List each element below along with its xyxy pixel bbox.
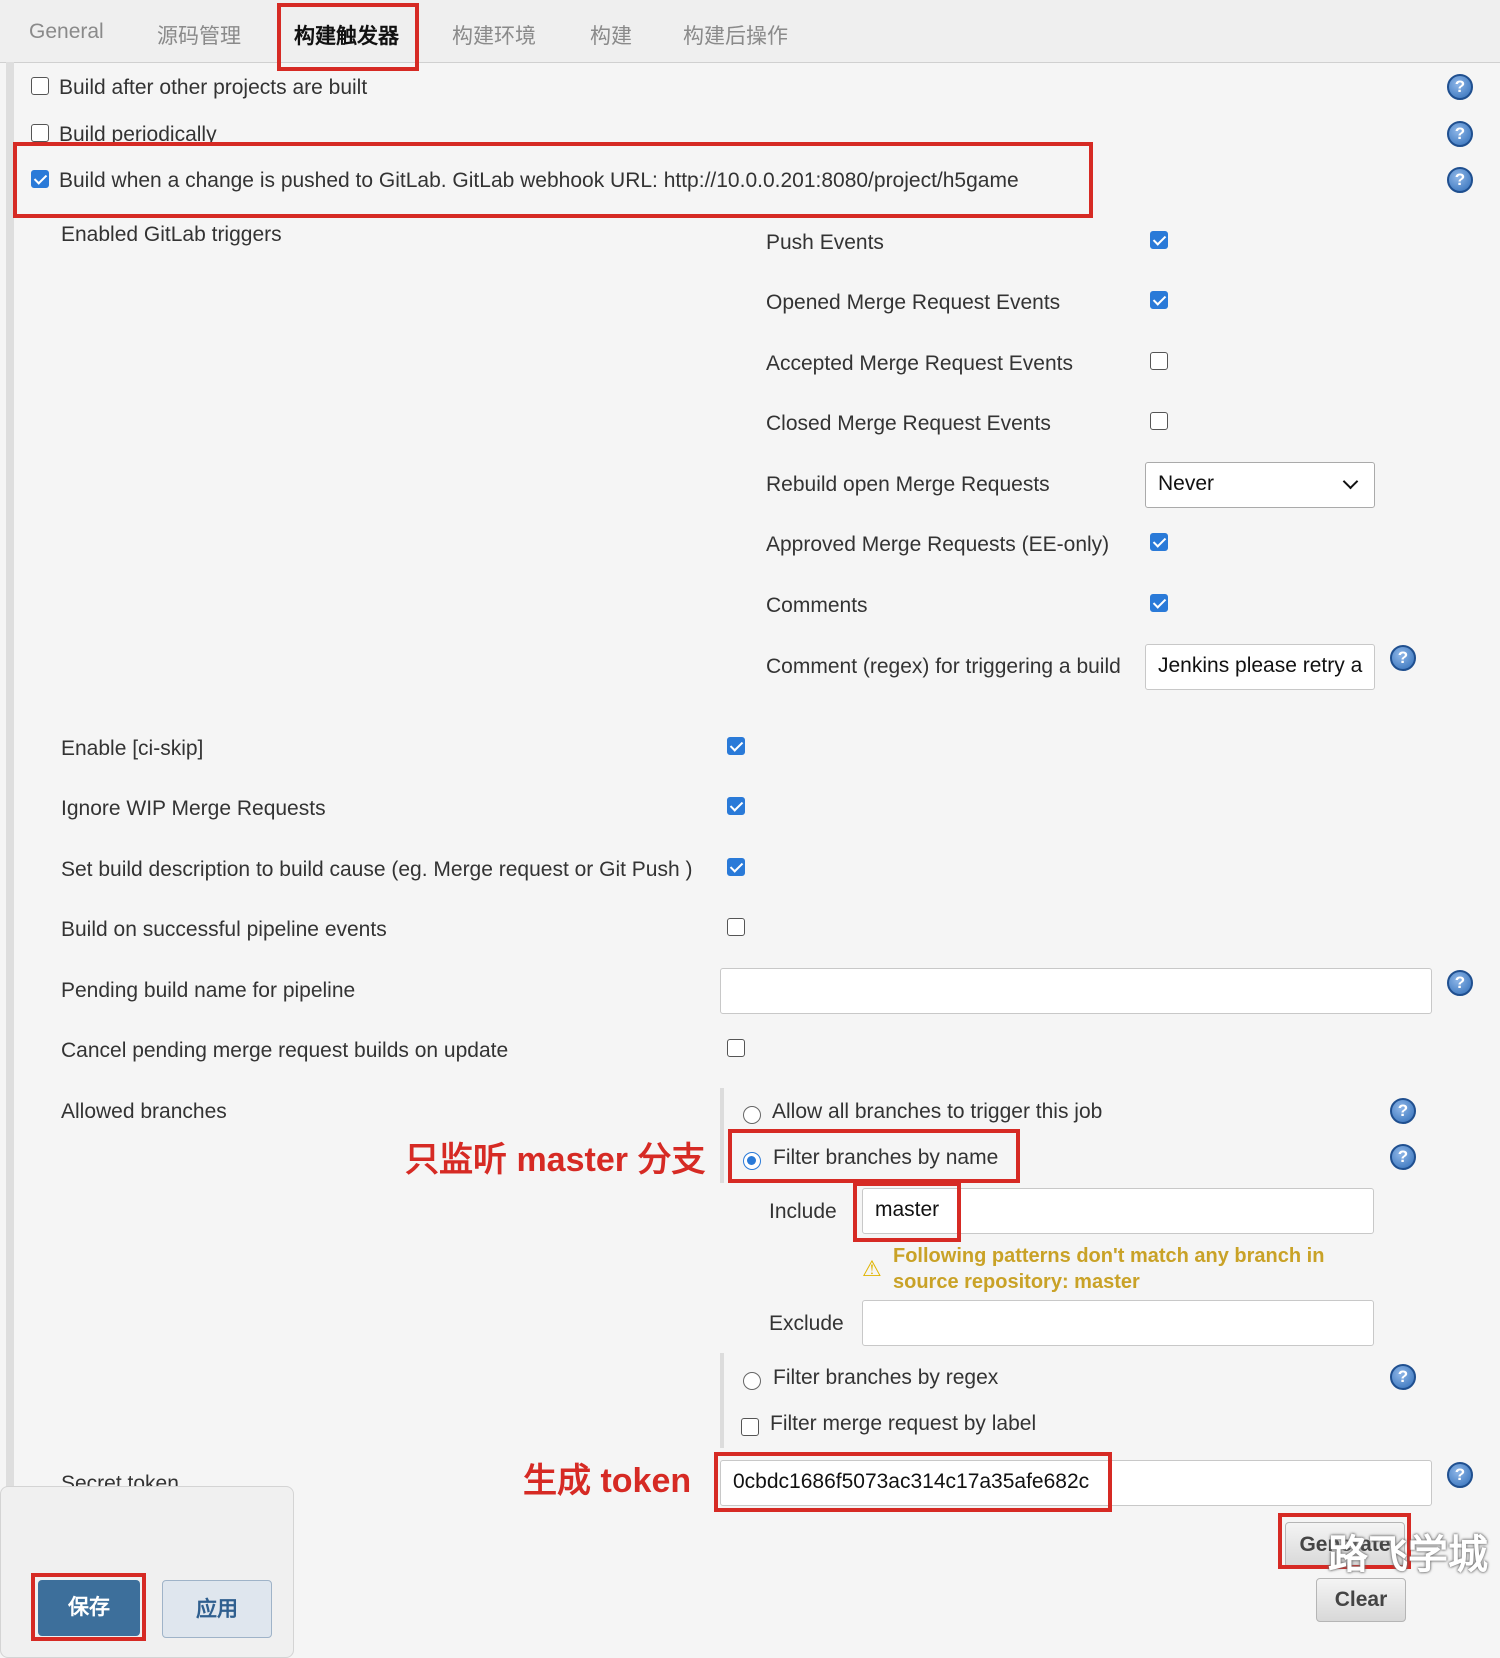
approved-mr-checkbox[interactable] [1150,533,1168,551]
build-on-push-label: Build when a change is pushed to GitLab.… [59,169,1019,192]
help-icon[interactable]: ? [1447,1462,1473,1488]
comment-regex-label: Comment (regex) for triggering a build [766,655,1121,678]
left-border [6,62,14,1542]
filter-by-label-label: Filter merge request by label [770,1412,1037,1435]
help-icon[interactable]: ? [1447,121,1473,147]
help-icon[interactable]: ? [1447,74,1473,100]
approved-mr-label: Approved Merge Requests (EE-only) [766,533,1110,556]
tab-build[interactable]: 构建 [590,20,632,50]
tab-post-build[interactable]: 构建后操作 [683,20,788,50]
opened-mr-label: Opened Merge Request Events [766,291,1061,314]
build-on-pipeline-checkbox[interactable] [727,918,745,936]
build-after-other-label: Build after other projects are built [59,76,368,99]
set-build-desc-label: Set build description to build cause (eg… [61,858,693,881]
cancel-pending-label: Cancel pending merge request builds on u… [61,1039,509,1062]
tab-general[interactable]: General [29,20,104,44]
apply-button[interactable]: 应用 [162,1580,272,1638]
chevron-down-icon [1342,473,1359,490]
build-on-pipeline-label: Build on successful pipeline events [61,918,387,941]
push-events-checkbox[interactable] [1150,231,1168,249]
enable-ci-skip-checkbox[interactable] [727,737,745,755]
build-on-push-checkbox[interactable] [31,170,49,188]
annotation-master-only: 只监听 master 分支 [405,1141,706,1179]
allowed-branches-label: Allowed branches [61,1100,227,1123]
warning-icon: ⚠ [862,1256,882,1281]
tab-build-environment[interactable]: 构建环境 [452,20,536,50]
help-icon[interactable]: ? [1390,1098,1416,1124]
annotation-generate-token: 生成 token [523,1462,692,1500]
rebuild-open-mr-select[interactable]: Never [1145,462,1375,508]
rebuild-open-mr-value: Never [1158,472,1215,495]
filter-by-regex-label: Filter branches by regex [773,1366,999,1389]
filter-by-regex-radio[interactable] [743,1372,761,1390]
build-periodically-checkbox[interactable] [31,124,49,142]
branch-options-divider [720,1353,724,1448]
exclude-label: Exclude [769,1312,844,1335]
exclude-input[interactable] [862,1300,1374,1346]
ignore-wip-checkbox[interactable] [727,797,745,815]
highlight-include [853,1182,961,1242]
set-build-desc-checkbox[interactable] [727,858,745,876]
help-icon[interactable]: ? [1390,1364,1416,1390]
closed-mr-checkbox[interactable] [1150,412,1168,430]
comment-regex-input[interactable]: Jenkins please retry a [1145,644,1375,690]
filter-by-name-label: Filter branches by name [773,1146,999,1169]
help-icon[interactable]: ? [1447,970,1473,996]
enabled-triggers-label: Enabled GitLab triggers [61,223,282,246]
enable-ci-skip-label: Enable [ci-skip] [61,737,204,760]
build-after-other-checkbox[interactable] [31,77,49,95]
help-icon[interactable]: ? [1390,645,1416,671]
help-icon[interactable]: ? [1447,167,1473,193]
cancel-pending-checkbox[interactable] [727,1039,745,1057]
branch-options-divider [720,1088,724,1183]
branch-warning: Following patterns don't match any branc… [893,1245,1325,1293]
push-events-label: Push Events [766,231,884,254]
rebuild-open-mr-label: Rebuild open Merge Requests [766,473,1050,496]
clear-button[interactable]: Clear [1316,1578,1406,1622]
tab-source-control[interactable]: 源码管理 [157,20,241,50]
allow-all-radio[interactable] [743,1106,761,1124]
pending-build-name-input[interactable] [720,968,1432,1014]
opened-mr-checkbox[interactable] [1150,291,1168,309]
allow-all-label: Allow all branches to trigger this job [772,1100,1103,1123]
filter-by-label-checkbox[interactable] [741,1418,759,1436]
closed-mr-label: Closed Merge Request Events [766,412,1051,435]
filter-by-name-radio[interactable] [743,1152,761,1170]
include-label: Include [769,1200,837,1223]
tab-bar: General 源码管理 构建触发器 构建环境 构建 构建后操作 [0,0,1500,63]
ignore-wip-label: Ignore WIP Merge Requests [61,797,326,820]
accepted-mr-checkbox[interactable] [1150,352,1168,370]
comments-label: Comments [766,594,868,617]
highlight-tab [277,3,419,71]
help-icon[interactable]: ? [1390,1144,1416,1170]
highlight-save [31,1573,146,1641]
pending-build-name-label: Pending build name for pipeline [61,979,356,1002]
highlight-secret-token [714,1452,1112,1512]
comments-checkbox[interactable] [1150,594,1168,612]
watermark: 路飞学城 [1328,1533,1488,1577]
accepted-mr-label: Accepted Merge Request Events [766,352,1074,375]
